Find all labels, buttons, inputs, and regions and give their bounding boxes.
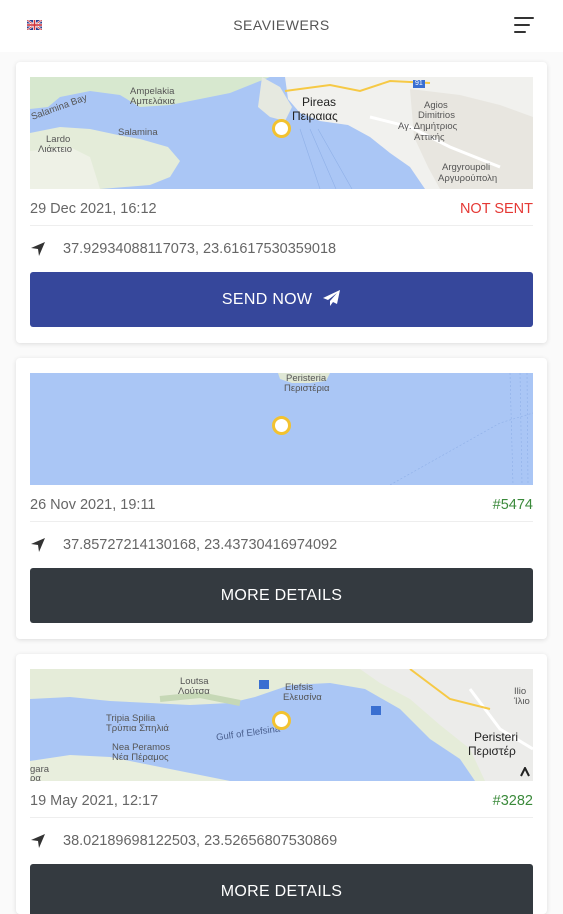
location-arrow-icon bbox=[31, 538, 45, 552]
send-icon bbox=[323, 290, 341, 306]
submission-id: #3282 bbox=[492, 793, 533, 809]
map-label: Περιστέρ bbox=[468, 744, 516, 758]
submission-card: Peristeria Περιστέρια 26 Nov 2021, 19:11… bbox=[16, 358, 547, 639]
map-preview[interactable]: Peristeria Περιστέρια bbox=[30, 373, 533, 485]
map-label: Τρύπια Σπηλιά bbox=[106, 723, 169, 734]
meta-row: 19 May 2021, 12:17 #3282 bbox=[30, 791, 533, 813]
map-preview[interactable]: Loutsa Λούτσα Elefsis Ελευσίνα Gulf of E… bbox=[30, 669, 533, 781]
divider bbox=[30, 817, 533, 818]
chevron-up-icon[interactable] bbox=[520, 767, 530, 777]
divider bbox=[30, 225, 533, 226]
map-label: Salamina bbox=[118, 127, 158, 138]
map-label: ρα bbox=[30, 773, 41, 782]
map-label: Peristeri bbox=[474, 730, 519, 744]
submission-card: Ampelakia Αμπελάκια Salamina Salamina Ba… bbox=[16, 62, 547, 343]
map-label: Περιστέρια bbox=[284, 383, 330, 394]
map-label: 91 bbox=[415, 80, 423, 87]
meta-row: 29 Dec 2021, 16:12 NOT SENT bbox=[30, 199, 533, 221]
send-now-label: SEND NOW bbox=[221, 291, 313, 308]
coordinates: 37.85727214130168, 23.43730416974092 bbox=[63, 537, 338, 553]
map-label: Ελευσίνα bbox=[283, 692, 322, 703]
location-arrow-icon bbox=[31, 834, 45, 848]
map-label: Ίλιο bbox=[514, 696, 530, 707]
location-pin-icon bbox=[272, 416, 291, 435]
meta-row: 26 Nov 2021, 19:11 #5474 bbox=[30, 495, 533, 517]
map-label: Αμπελάκια bbox=[130, 96, 176, 107]
map-label: Λιάκτειο bbox=[38, 144, 73, 155]
submission-id: #5474 bbox=[492, 497, 533, 513]
coordinates: 37.92934088117073, 23.61617530359018 bbox=[63, 241, 337, 257]
map-label: Αγ. Δημήτριος bbox=[398, 121, 458, 132]
top-bar: SEAVIEWERS bbox=[0, 0, 563, 52]
divider bbox=[30, 521, 533, 522]
submission-card: Loutsa Λούτσα Elefsis Ελευσίνα Gulf of E… bbox=[16, 654, 547, 914]
app-title: SEAVIEWERS bbox=[233, 17, 330, 33]
more-details-button[interactable]: MORE DETAILS bbox=[30, 864, 533, 914]
location-pin-icon bbox=[272, 711, 291, 730]
submission-date: 26 Nov 2021, 19:11 bbox=[30, 497, 156, 513]
map-label: Πειραιας bbox=[292, 109, 338, 123]
map-label: Pireas bbox=[302, 95, 337, 109]
map-label: Λούτσα bbox=[178, 686, 210, 697]
location-arrow-icon bbox=[31, 242, 45, 256]
submission-date: 29 Dec 2021, 16:12 bbox=[30, 201, 157, 217]
map-preview[interactable]: Ampelakia Αμπελάκια Salamina Salamina Ba… bbox=[30, 77, 533, 189]
map-label: Αργυρούπολη bbox=[438, 173, 498, 184]
submission-date: 19 May 2021, 12:17 bbox=[30, 793, 159, 809]
map-label: Dimitrios bbox=[418, 110, 455, 121]
map-label: Νέα Πέραμος bbox=[112, 752, 169, 763]
send-now-button[interactable]: SEND NOW bbox=[30, 272, 533, 327]
map-label: Αττικής bbox=[414, 132, 445, 143]
menu-icon[interactable] bbox=[514, 17, 534, 35]
more-details-button[interactable]: MORE DETAILS bbox=[30, 568, 533, 623]
coordinates: 38.02189698122503, 23.52656807530869 bbox=[63, 833, 338, 849]
location-pin-icon bbox=[272, 119, 291, 138]
map-label: Argyroupoli bbox=[442, 162, 491, 173]
status-badge: NOT SENT bbox=[459, 201, 533, 217]
